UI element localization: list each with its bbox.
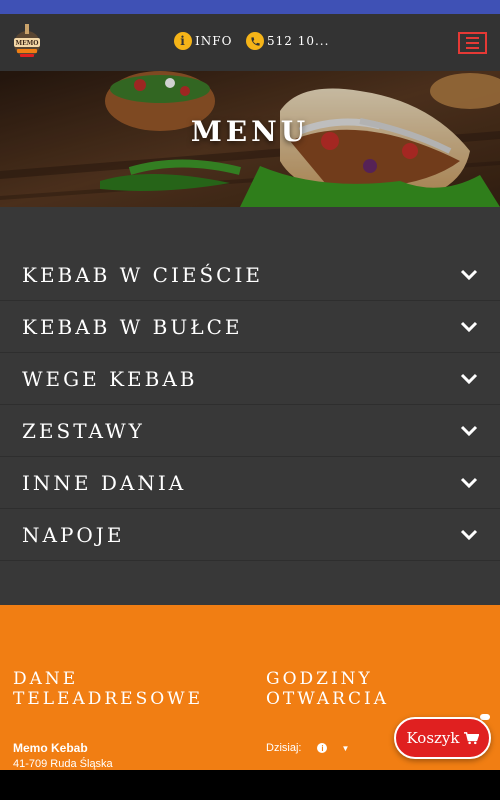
phone-link[interactable]: 512 10... <box>246 32 329 50</box>
caret-down-icon: ▼ <box>341 743 350 753</box>
menu-category-inne-dania[interactable]: INNE DANIA <box>0 457 500 509</box>
chevron-down-icon <box>460 269 478 280</box>
info-icon: i <box>317 743 328 753</box>
shopping-cart-icon <box>463 731 479 744</box>
system-navigation-bar <box>0 770 500 800</box>
contact-heading: DANE TELEADRESOWE <box>13 669 204 709</box>
menu-category-label: KEBAB W BUŁCE <box>22 314 243 339</box>
phone-icon <box>246 32 264 50</box>
cart-button[interactable]: Koszyk <box>394 717 491 759</box>
menu-category-kebab-w-ciescie[interactable]: KEBAB W CIEŚCIE <box>0 249 500 301</box>
menu-category-wege-kebab[interactable]: WEGE KEBAB <box>0 353 500 405</box>
hero-banner: MENU <box>0 71 500 207</box>
menu-category-label: WEGE KEBAB <box>22 366 198 391</box>
top-navigation: MEMO i INFO 512 10... <box>0 14 500 71</box>
cart-badge <box>480 714 490 720</box>
today-label: Dzisiaj: <box>266 742 302 754</box>
system-status-bar <box>0 0 500 14</box>
chevron-down-icon <box>460 529 478 540</box>
chevron-down-icon <box>460 321 478 332</box>
business-name: Memo Kebab <box>13 741 88 755</box>
menu-category-napoje[interactable]: NAPOJE <box>0 509 500 561</box>
info-link[interactable]: i INFO <box>174 32 232 50</box>
today-hours-toggle[interactable]: Dzisiaj: i ▼ <box>266 742 349 754</box>
business-address: 41-709 Ruda Śląska <box>13 758 113 770</box>
cart-label: Koszyk <box>406 729 460 747</box>
menu-category-label: ZESTAWY <box>22 418 145 443</box>
memo-kebab-logo[interactable]: MEMO <box>12 24 42 62</box>
menu-category-zestawy[interactable]: ZESTAWY <box>0 405 500 457</box>
menu-category-label: INNE DANIA <box>22 470 187 495</box>
menu-category-list: KEBAB W CIEŚCIE KEBAB W BUŁCE WEGE KEBAB… <box>0 207 500 605</box>
phone-label: 512 10... <box>267 34 330 48</box>
chevron-down-icon <box>460 425 478 436</box>
hamburger-icon <box>466 37 479 39</box>
page-title: MENU <box>190 115 310 148</box>
info-label: INFO <box>195 34 233 48</box>
menu-category-label: NAPOJE <box>22 522 125 547</box>
info-icon: i <box>174 32 192 50</box>
opening-hours-heading: GODZINY OTWARCIA <box>266 669 389 709</box>
logo-text: MEMO <box>15 40 38 47</box>
chevron-down-icon <box>460 373 478 384</box>
menu-category-label: KEBAB W CIEŚCIE <box>22 262 263 287</box>
chevron-down-icon <box>460 477 478 488</box>
hamburger-menu-button[interactable] <box>458 32 487 54</box>
menu-category-kebab-w-bulce[interactable]: KEBAB W BUŁCE <box>0 301 500 353</box>
